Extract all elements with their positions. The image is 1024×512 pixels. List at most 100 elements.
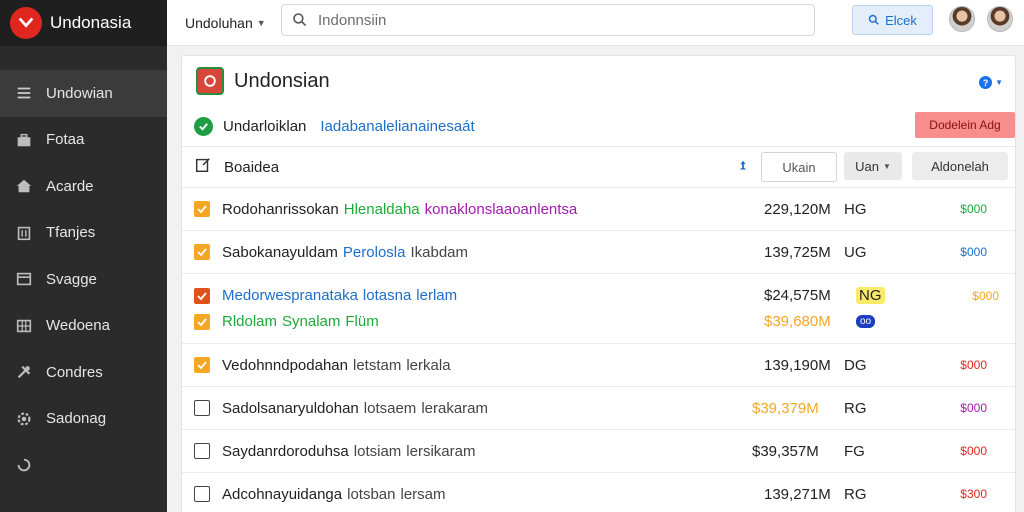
sidebar-item-0[interactable]: Undowian [0,70,167,117]
row-checkbox[interactable] [194,357,210,373]
row-amount: $000 [960,358,987,372]
filter-input[interactable]: Ukain [761,152,837,182]
filter-select[interactable]: Uan ▼ [844,152,902,180]
status-badge: NG [856,287,885,304]
menu-icon [14,83,34,103]
sidebar-item-label: Fotaa [46,131,85,149]
row-checkbox[interactable] [194,486,210,502]
sidebar-item-5[interactable]: Wedoena [0,303,167,350]
status-link[interactable]: Iadabanalelianainesaát [320,118,474,135]
row-checkbox[interactable] [194,443,210,459]
brand[interactable]: Undonasia [0,0,167,46]
avatar[interactable] [949,6,975,32]
row-amount: $000 [972,288,999,303]
row-value: 229,120M [764,200,831,218]
alert-button[interactable]: Dodelein Adg [915,112,1015,138]
table-row[interactable]: Rodohanrissokan Hlenaldaha konaklonslaao… [182,188,1015,231]
row-code: HG [844,200,867,218]
table-row[interactable]: Rldolam Synalam Flüm $39,680M oo [194,309,1015,335]
table-row-group[interactable]: Medorwespranataka lotasna lerlam $24,575… [182,274,1015,344]
topbar: Undoluhan ▼ Elcek [167,0,1024,46]
table-row[interactable]: Saydanrdoroduhsa lotsiam lersikaram $39,… [182,430,1015,473]
help-icon: ? [979,76,993,89]
status-label: Undarloiklan [223,117,307,135]
row-name: Vedohnndpodahan [222,356,348,374]
brand-logo-icon [10,7,42,39]
account-label: Undoluhan [185,14,253,31]
status-badge: oo [856,315,876,328]
row-value: $39,379M [752,399,819,417]
row-amount: $300 [960,487,987,501]
brand-name: Undonasia [50,13,132,32]
row-value: $39,680M [764,313,831,330]
row-checkbox[interactable] [194,287,210,304]
sidebar-item-label: Acarde [46,177,94,195]
pin-icon[interactable] [736,159,750,178]
row-extra: Flüm [345,313,379,330]
sidebar-item-4[interactable]: Svagge [0,256,167,303]
row-extra: lersam [400,485,446,503]
sidebar-item-6[interactable]: Condres [0,349,167,396]
briefcase-icon [14,130,34,150]
sidebar-item-2[interactable]: Acarde [0,163,167,210]
status-row: Undarloiklan Iadabanalelianainesaát Dode… [182,106,1015,146]
row-amount: $000 [960,245,987,259]
search-button[interactable]: Elcek [852,5,933,35]
search-box [281,4,815,36]
search-icon [293,13,307,27]
row-code: UG [844,243,867,261]
sidebar-more[interactable] [0,442,167,489]
row-tag: letstam [352,356,402,374]
search-button-label: Elcek [885,12,917,28]
row-code: RG [844,485,867,503]
row-name: Rldolam [222,313,278,330]
filter-select-value: Uan [855,158,879,174]
row-value: 139,725M [764,243,831,261]
main-panel: Undonsian ? ▼ Undarloiklan Iadabanalelia… [181,55,1016,512]
avatar[interactable] [987,6,1013,32]
row-tag: Hlenaldaha [343,200,420,218]
row-tag: lotsaem [363,399,417,417]
page-title: Undonsian [234,69,330,92]
table-row[interactable]: Adcohnayuidanga lotsban lersam 139,271M … [182,473,1015,512]
sidebar-item-label: Wedoena [46,317,110,335]
sidebar-item-7[interactable]: Sadonag [0,396,167,443]
row-tag: lotasna [362,287,412,304]
gear-icon [14,409,34,429]
sidebar-item-label: Sadonag [46,410,107,428]
grid-icon [14,316,34,336]
table-row[interactable]: Medorwespranataka lotasna lerlam $24,575… [194,283,1015,309]
chevron-down-icon: ▼ [882,161,891,171]
row-name: Rodohanrissokan [222,200,339,218]
row-checkbox[interactable] [194,244,210,260]
sidebar-item-3[interactable]: Tfanjes [0,210,167,257]
row-value: 139,271M [764,485,831,503]
row-tag: lotsiam [353,442,402,460]
edit-icon[interactable] [194,156,212,179]
row-checkbox[interactable] [194,313,210,330]
table-row[interactable]: Vedohnndpodahan letstam lerkala 139,190M… [182,344,1015,387]
row-amount: $000 [960,202,987,216]
row-extra: lerlam [416,287,458,304]
sidebar-item-label: Undowian [46,84,113,102]
row-checkbox[interactable] [194,400,210,416]
table-row[interactable]: Sabokanayuldam Perolosla Ikabdam 139,725… [182,231,1015,274]
loading-icon [14,455,34,475]
account-select[interactable]: Undoluhan ▼ [185,15,285,31]
toolbar-button[interactable]: Aldonelah [912,152,1008,180]
help-menu[interactable]: ? ▼ [979,76,1003,89]
sidebar: Undonasia Undowian Fotaa Acarde Tfanjes … [0,0,167,512]
table-row[interactable]: Sadolsanaryuldohan lotsaem lerakaram $39… [182,387,1015,430]
row-name: Saydanrdoroduhsa [222,442,349,460]
sidebar-item-1[interactable]: Fotaa [0,117,167,164]
row-extra: konaklonslaaoanlentsa [424,200,578,218]
row-extra: lerakaram [421,399,488,417]
row-checkbox[interactable] [194,201,210,217]
row-code: DG [844,356,867,374]
row-tag: Synalam [282,313,341,330]
chevron-down-icon: ▼ [995,78,1003,87]
window-icon [14,269,34,289]
sidebar-item-label: Tfanjes [46,224,96,242]
row-extra: lerkala [406,356,451,374]
search-input[interactable] [318,11,798,29]
